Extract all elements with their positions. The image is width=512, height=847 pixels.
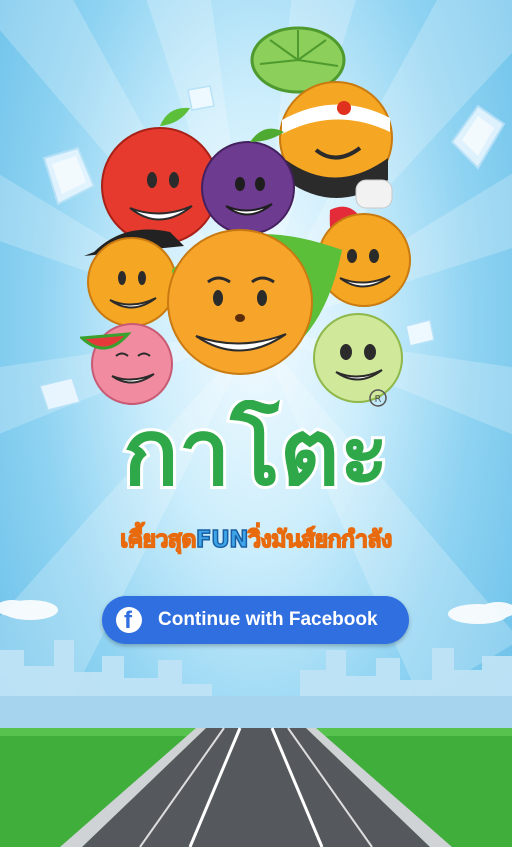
- splash-screen: R กาโตะ เคี้ยวสุดFUNวิ่งมันส์ยกกำลัง f C…: [0, 0, 512, 847]
- game-logo: กาโตะ: [120, 400, 392, 500]
- logo-title: กาโตะ: [123, 400, 389, 500]
- tagline-fun: FUN: [195, 526, 249, 554]
- tagline-part1: เคี้ยวสุด: [120, 526, 198, 554]
- tagline-part2: วิ่งมันส์ยกกำลัง: [247, 526, 393, 554]
- facebook-icon-glyph: f: [124, 607, 132, 634]
- ice-cube-icon: [450, 104, 506, 170]
- facebook-button-label: Continue with Facebook: [158, 609, 378, 630]
- facebook-icon: f: [116, 607, 142, 634]
- tagline: เคี้ยวสุดFUNวิ่งมันส์ยกกำลัง: [0, 522, 512, 558]
- continue-with-facebook-button[interactable]: f Continue with Facebook: [102, 596, 409, 644]
- fruit-characters-artwork: R: [80, 26, 411, 407]
